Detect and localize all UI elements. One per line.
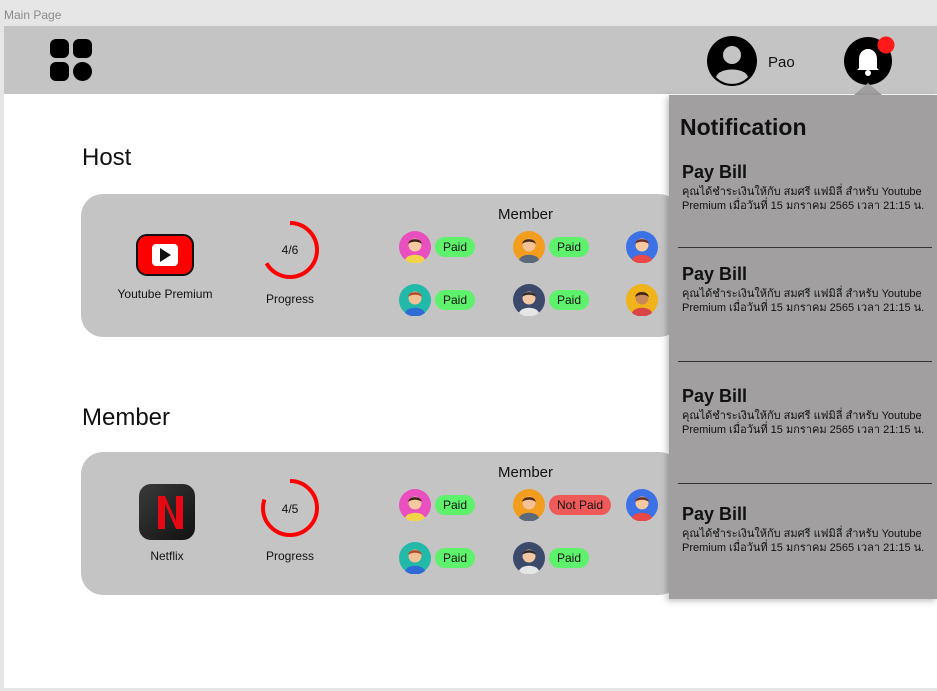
paid-status-badge: Paid: [549, 290, 590, 310]
notification-panel: Notification Pay Bill คุณได้ชำระเงินให้ก…: [669, 95, 937, 599]
progress-count: 4/5: [281, 502, 299, 516]
notification-divider: [678, 361, 932, 362]
girl-blue-avatar-icon: [626, 231, 658, 263]
notification-item[interactable]: Pay Bill คุณได้ชำระเงินให้กับ สมศรี แฟมิ…: [682, 161, 932, 213]
not-paid-status-badge: Not Paid: [549, 495, 612, 515]
netflix-logo-icon: [139, 484, 195, 540]
notification-heading: Pay Bill: [682, 264, 748, 284]
paid-status-badge: Paid: [435, 237, 476, 257]
notification-divider: [678, 247, 932, 248]
service-name: Netflix: [150, 549, 184, 563]
boy-teal-avatar-icon: [399, 284, 431, 316]
main-page-canvas: Pao Host Youtube Premium 4/6 Progress Me…: [4, 26, 937, 688]
members-heading: Member: [498, 206, 554, 223]
boy-orange-avatar-icon: [513, 489, 545, 521]
host-subscription-card[interactable]: Youtube Premium 4/6 Progress Member Paid…: [81, 194, 681, 337]
member-section-title: Member: [82, 404, 171, 431]
progress-label: Progress: [265, 292, 315, 306]
username-label[interactable]: Pao: [768, 54, 795, 71]
user-avatar-icon[interactable]: [707, 36, 757, 86]
girl-blue-avatar-icon: [626, 489, 658, 521]
progress-count: 4/6: [281, 243, 299, 257]
paid-status-badge: Paid: [435, 548, 476, 568]
bell-icon[interactable]: [843, 36, 895, 88]
notification-heading: Pay Bill: [682, 504, 748, 524]
service-name: Youtube Premium: [117, 287, 213, 301]
top-bar: Pao: [4, 26, 937, 94]
man-grey-avatar-icon: [513, 542, 545, 574]
youtube-logo-icon: [136, 234, 194, 276]
boy-orange-avatar-icon: [513, 231, 545, 263]
notification-item[interactable]: Pay Bill คุณได้ชำระเงินให้กับ สมศรี แฟมิ…: [682, 263, 932, 315]
notification-item[interactable]: Pay Bill คุณได้ชำระเงินให้กับ สมศรี แฟมิ…: [682, 503, 932, 555]
notification-body: คุณได้ชำระเงินให้กับ สมศรี แฟมิลี่ สำหรั…: [682, 410, 925, 436]
host-section-title: Host: [82, 144, 132, 171]
progress-label: Progress: [265, 549, 315, 563]
notification-body: คุณได้ชำระเงินให้กับ สมศรี แฟมิลี่ สำหรั…: [682, 528, 925, 554]
notification-body: คุณได้ชำระเงินให้กับ สมศรี แฟมิลี่ สำหรั…: [682, 186, 925, 212]
member-subscription-card[interactable]: Netflix 4/5 Progress Member Paid Not Paid…: [81, 452, 681, 595]
paid-status-badge: Paid: [549, 548, 590, 568]
notification-pointer: [854, 83, 882, 95]
members-heading: Member: [498, 464, 554, 481]
notification-heading: Pay Bill: [682, 386, 748, 406]
paid-status-badge: Paid: [435, 495, 476, 515]
paid-status-badge: Paid: [549, 237, 590, 257]
girl-pink-avatar-icon: [399, 489, 431, 521]
woman-yellow-avatar-icon: [626, 284, 658, 316]
paid-status-badge: Paid: [435, 290, 476, 310]
notification-heading: Pay Bill: [682, 162, 748, 182]
girl-pink-avatar-icon: [399, 231, 431, 263]
notification-divider: [678, 483, 932, 484]
notification-body: คุณได้ชำระเงินให้กับ สมศรี แฟมิลี่ สำหรั…: [682, 288, 925, 314]
notification-item[interactable]: Pay Bill คุณได้ชำระเงินให้กับ สมศรี แฟมิ…: [682, 385, 932, 437]
apps-grid-icon[interactable]: [50, 39, 92, 81]
notification-title: Notification: [680, 114, 807, 140]
notification-dot-icon: [877, 36, 895, 54]
man-grey-avatar-icon: [513, 284, 545, 316]
boy-teal-avatar-icon: [399, 542, 431, 574]
frame-title: Main Page: [4, 8, 62, 22]
